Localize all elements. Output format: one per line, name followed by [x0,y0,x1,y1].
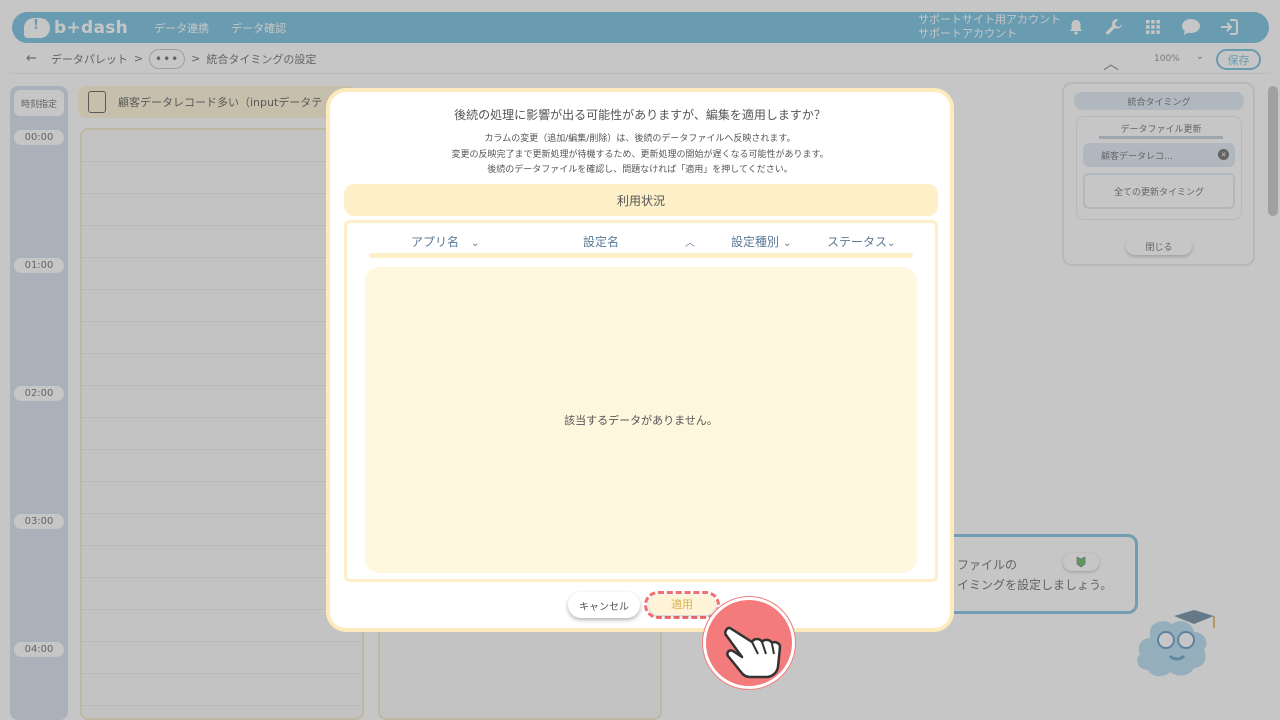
column-label: 設定種別 [731,235,780,249]
column-label: アプリ名 [411,235,460,249]
chevron-up-icon: ︿ [685,238,696,249]
table-header-divider [369,253,913,258]
chevron-down-icon: ⌄ [887,238,896,249]
dialog-description: 後続のデータファイルを確認し、問題なければ「適用」を押してください。 [487,165,793,175]
confirm-dialog: 後続の処理に影響が出る可能性がありますが、編集を適用しますか？ カラムの変更（追… [326,88,954,632]
chevron-down-icon: ⌄ [471,238,480,249]
column-header-setting-type[interactable]: 設定種別 ⌄ [731,233,791,250]
dialog-title: 後続の処理に影響が出る可能性がありますが、編集を適用しますか？ [454,108,826,122]
chevron-down-icon: ⌄ [783,238,792,249]
usage-table: アプリ名 ⌄ 設定名 ︿ 設定種別 ⌄ ステータス⌄ 該当するデータがありません。 [344,220,938,582]
empty-state-message: 該当するデータがありません。 [365,267,917,573]
column-label: ステータス [827,235,888,249]
dialog-description: 変更の反映完了まで更新処理が待機するため、更新処理の開始が遅くなる可能性がありま… [451,150,829,160]
pointing-hand-icon [703,597,795,689]
dialog-description: カラムの変更（追加/編集/削除）は、後続のデータファイルへ反映されます。 [484,134,796,144]
usage-section-header: 利用状況 [344,184,938,216]
column-header-status[interactable]: ステータス⌄ [827,233,895,250]
cancel-button[interactable]: キャンセル [568,592,640,618]
column-label: 設定名 [583,235,620,249]
table-header: アプリ名 ⌄ 設定名 ︿ 設定種別 ⌄ ステータス⌄ [347,223,935,257]
column-header-setting-name[interactable]: 設定名 ︿ [583,233,695,250]
column-header-app-name[interactable]: アプリ名 ⌄ [411,233,479,250]
